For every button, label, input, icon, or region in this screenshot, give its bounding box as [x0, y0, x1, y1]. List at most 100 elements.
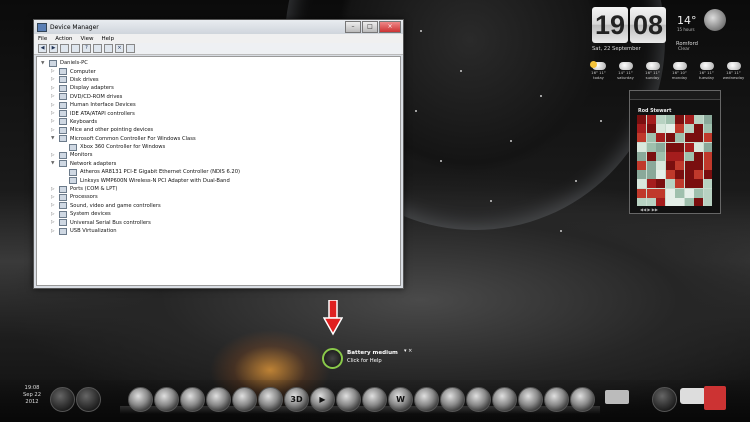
- maximize-button[interactable]: □: [362, 21, 378, 33]
- monitor-icon: [59, 151, 67, 159]
- update-driver-icon[interactable]: [126, 44, 135, 53]
- notification-close[interactable]: ▾ ×: [404, 348, 412, 354]
- dock-item-19-button[interactable]: [544, 387, 569, 412]
- forward-icon[interactable]: ▶: [49, 44, 58, 53]
- dock-item-15-button[interactable]: [440, 387, 465, 412]
- car-icon[interactable]: [680, 388, 706, 404]
- uninstall-icon[interactable]: ×: [115, 44, 124, 53]
- tree-item-label: USB Virtualization: [70, 228, 117, 234]
- media-controls[interactable]: ◀◀ ▶ ▶▶: [640, 207, 658, 212]
- expand-arrow-icon[interactable]: ▷: [51, 86, 59, 91]
- port-icon: [59, 185, 67, 193]
- expand-arrow-icon[interactable]: ▷: [51, 94, 59, 99]
- device-manager-window[interactable]: Device Manager – □ × File Action View He…: [33, 19, 404, 289]
- dock-item-16-button[interactable]: [466, 387, 491, 412]
- dock-item-21-button[interactable]: [652, 387, 677, 412]
- tree-item[interactable]: ▷ Computer: [41, 67, 400, 76]
- dock-item-10-button[interactable]: ▶: [310, 387, 335, 412]
- expand-arrow-icon[interactable]: ▷: [51, 203, 59, 208]
- tree-item[interactable]: ▷ System devices: [41, 210, 400, 218]
- tree-item[interactable]: ▷ Universal Serial Bus controllers: [41, 218, 400, 227]
- dock-item-2-button[interactable]: [76, 387, 101, 412]
- expand-arrow-icon[interactable]: ▷: [51, 195, 59, 200]
- expand-arrow-icon[interactable]: ▷: [51, 77, 59, 82]
- menu-file[interactable]: File: [38, 36, 47, 42]
- back-icon[interactable]: ◀: [38, 44, 47, 53]
- network-icon: [69, 177, 77, 185]
- dock-item-13-button[interactable]: W: [388, 387, 413, 412]
- expand-arrow-icon[interactable]: ▷: [51, 187, 59, 192]
- scan-icon[interactable]: [104, 44, 113, 53]
- dock-item-5-button[interactable]: [180, 387, 205, 412]
- forecast-day: 16° 11° tuesday: [694, 60, 719, 84]
- expand-arrow-icon[interactable]: ▼: [51, 161, 59, 166]
- view-icon[interactable]: [93, 44, 102, 53]
- expand-arrow-icon[interactable]: ▷: [51, 153, 59, 158]
- forecast-day-name: saturday: [617, 75, 634, 80]
- tree-item[interactable]: Atheros AR8131 PCI-E Gigabit Ethernet Co…: [41, 168, 400, 176]
- dock-item-12-button[interactable]: [362, 387, 387, 412]
- disk-icon: [59, 76, 67, 84]
- tray-clock[interactable]: 19:08 Sep 22 2012: [23, 385, 41, 406]
- expand-arrow-icon[interactable]: ▷: [51, 119, 59, 124]
- expand-arrow-icon[interactable]: ▷: [51, 111, 59, 116]
- tree-item[interactable]: ▷ Human Interface Devices: [41, 101, 400, 109]
- expand-arrow-icon[interactable]: ▼: [41, 61, 49, 66]
- expand-arrow-icon[interactable]: ▼: [51, 136, 59, 141]
- dock-item-14-button[interactable]: [414, 387, 439, 412]
- tree-item[interactable]: ▷ USB Virtualization: [41, 227, 400, 235]
- close-button[interactable]: ×: [379, 21, 401, 33]
- tree-item[interactable]: ▷ Monitors: [41, 151, 400, 159]
- expand-arrow-icon[interactable]: ▷: [51, 103, 59, 108]
- dock-item-18-button[interactable]: [518, 387, 543, 412]
- tree-item[interactable]: Linksys WMP600N Wireless-N PCI Adapter w…: [41, 176, 400, 185]
- menu-help[interactable]: Help: [102, 36, 115, 42]
- album-gadget[interactable]: Rod Stewart ◀◀ ▶ ▶▶: [629, 90, 721, 214]
- dock-item-7-button[interactable]: [232, 387, 257, 412]
- dock-item-20-button[interactable]: [570, 387, 595, 412]
- tree-item[interactable]: ▷ Display adapters: [41, 84, 400, 92]
- properties-icon[interactable]: [71, 44, 80, 53]
- tree-item[interactable]: Xbox 360 Controller for Windows: [41, 143, 400, 151]
- tree-item[interactable]: ▷ Mice and other pointing devices: [41, 126, 400, 134]
- toolbox-icon[interactable]: [704, 386, 726, 410]
- dock-item-9-button[interactable]: 3D: [284, 387, 309, 412]
- tree-item[interactable]: ▷ Processors: [41, 193, 400, 201]
- dock-item-11-button[interactable]: [336, 387, 361, 412]
- tree-item[interactable]: ▷ Disk drives: [41, 76, 400, 84]
- battery-notification[interactable]: Battery medium Click for Help ▾ ×: [318, 345, 418, 371]
- up-icon[interactable]: [60, 44, 69, 53]
- dock-item-17-button[interactable]: [492, 387, 517, 412]
- help-icon[interactable]: ?: [82, 44, 91, 53]
- printer-icon[interactable]: [605, 390, 629, 404]
- tree-item[interactable]: ▼ Daniels-PC: [41, 59, 400, 67]
- forecast-day-name: wednesday: [722, 75, 745, 80]
- toolbar: ◀ ▶ ? ×: [34, 43, 403, 55]
- dock-item-1-button[interactable]: [50, 387, 75, 412]
- dock-item-3-button[interactable]: [128, 387, 153, 412]
- tree-item[interactable]: ▼ Microsoft Common Controller For Windows…: [41, 135, 400, 143]
- tree-item[interactable]: ▷ Sound, video and game controllers: [41, 202, 400, 210]
- expand-arrow-icon[interactable]: ▷: [51, 69, 59, 74]
- menu-bar: File Action View Help: [34, 34, 403, 43]
- tree-item-label: Computer: [70, 68, 96, 75]
- dock-item-6-button[interactable]: [206, 387, 231, 412]
- dock-item-8-button[interactable]: [258, 387, 283, 412]
- expand-arrow-icon[interactable]: ▷: [51, 212, 59, 217]
- tree-item[interactable]: ▷ DVD/CD-ROM drives: [41, 93, 400, 101]
- menu-view[interactable]: View: [80, 36, 93, 42]
- tree-item[interactable]: ▷ Ports (COM & LPT): [41, 185, 400, 193]
- minimize-button[interactable]: –: [345, 21, 361, 33]
- expand-arrow-icon[interactable]: ▷: [51, 128, 59, 133]
- expand-arrow-icon[interactable]: ▷: [51, 229, 59, 234]
- tree-item[interactable]: ▷ Keyboards: [41, 118, 400, 126]
- tree-item[interactable]: ▼ Network adapters: [41, 160, 400, 168]
- processor-icon: [59, 193, 67, 201]
- dock-item-4-button[interactable]: [154, 387, 179, 412]
- title-bar[interactable]: Device Manager – □ ×: [34, 20, 403, 34]
- expand-arrow-icon[interactable]: ▷: [51, 220, 59, 225]
- mouse-icon: [59, 126, 67, 134]
- tree-item[interactable]: ▷ IDE ATA/ATAPI controllers: [41, 109, 400, 118]
- notification-help-link[interactable]: Click for Help: [347, 358, 382, 364]
- menu-action[interactable]: Action: [55, 36, 72, 42]
